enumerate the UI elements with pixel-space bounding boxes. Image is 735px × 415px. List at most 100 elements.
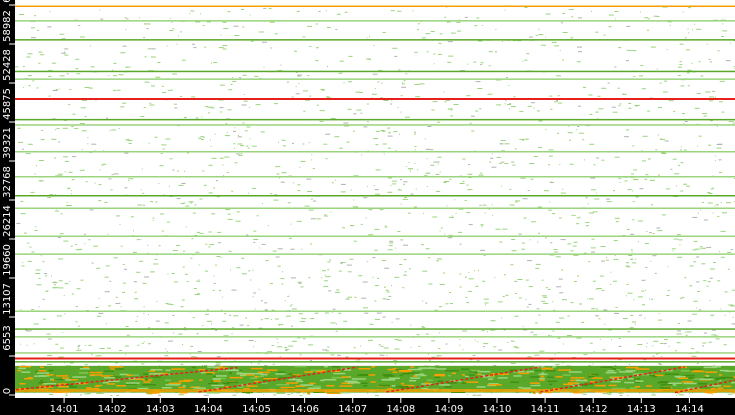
- traffic-point: [676, 185, 678, 187]
- traffic-point: [23, 87, 25, 89]
- traffic-point: [140, 116, 145, 117]
- traffic-point: [501, 317, 502, 319]
- traffic-point: [64, 51, 65, 53]
- traffic-point: [635, 105, 638, 107]
- traffic-point: [391, 322, 393, 323]
- traffic-point: [395, 318, 400, 320]
- traffic-point: [165, 303, 169, 304]
- traffic-point: [661, 356, 663, 357]
- traffic-point: [152, 332, 154, 334]
- traffic-point: [68, 171, 73, 173]
- traffic-point: [332, 308, 336, 310]
- traffic-cell: [659, 381, 669, 383]
- traffic-point: [562, 299, 567, 301]
- traffic-point: [368, 209, 373, 211]
- traffic-point: [128, 179, 129, 181]
- traffic-point: [629, 327, 634, 329]
- y-tick-label: 58982: [2, 10, 13, 42]
- traffic-point: [292, 182, 294, 184]
- traffic-cell: [62, 377, 70, 379]
- traffic-point: [232, 77, 234, 78]
- traffic-point: [562, 362, 564, 364]
- traffic-point: [483, 346, 485, 348]
- traffic-point: [222, 45, 228, 47]
- port-band: [15, 310, 735, 312]
- traffic-point: [501, 161, 505, 163]
- traffic-point: [224, 313, 227, 315]
- traffic-point: [169, 30, 174, 31]
- traffic-cell: [426, 379, 433, 381]
- traffic-point: [252, 296, 254, 298]
- traffic-point: [522, 139, 525, 141]
- traffic-point: [702, 113, 708, 115]
- traffic-point: [232, 327, 235, 329]
- traffic-point: [167, 273, 169, 275]
- traffic-point: [107, 233, 109, 235]
- traffic-point: [641, 160, 646, 162]
- traffic-point: [297, 75, 301, 77]
- traffic-point: [128, 143, 132, 144]
- traffic-cell: [347, 382, 361, 384]
- traffic-point: [679, 297, 683, 299]
- traffic-point: [108, 305, 112, 307]
- traffic-point: [437, 121, 441, 123]
- traffic-point: [287, 202, 291, 204]
- traffic-cell: [286, 382, 299, 384]
- traffic-point: [79, 248, 83, 250]
- x-tick-label: 14:12: [579, 404, 608, 415]
- traffic-point: [591, 189, 596, 191]
- traffic-point: [686, 331, 692, 333]
- traffic-point: [190, 345, 194, 347]
- traffic-point: [458, 231, 463, 233]
- traffic-point: [717, 216, 720, 217]
- traffic-point: [291, 304, 293, 305]
- traffic-point: [18, 141, 23, 143]
- traffic-point: [504, 103, 506, 105]
- traffic-cell: [254, 376, 259, 378]
- traffic-point: [614, 217, 620, 219]
- traffic-point: [503, 274, 506, 276]
- traffic-cell: [705, 371, 718, 373]
- traffic-cell: [461, 374, 465, 376]
- traffic-cell: [280, 386, 295, 389]
- traffic-point: [147, 244, 149, 246]
- traffic-point: [618, 345, 622, 347]
- traffic-cell: [288, 373, 293, 375]
- traffic-point: [336, 289, 340, 291]
- traffic-point: [254, 341, 256, 343]
- traffic-point: [52, 281, 56, 283]
- traffic-point: [459, 183, 465, 184]
- traffic-point: [664, 80, 667, 82]
- traffic-point: [233, 25, 239, 27]
- traffic-point: [579, 132, 584, 134]
- traffic-point: [191, 96, 196, 98]
- traffic-point: [569, 139, 571, 141]
- port-band: [15, 5, 735, 7]
- traffic-point: [467, 173, 473, 175]
- traffic-point: [568, 9, 574, 10]
- traffic-point: [276, 173, 280, 175]
- traffic-point: [651, 298, 654, 300]
- traffic-point: [147, 48, 151, 50]
- traffic-point: [98, 184, 102, 186]
- traffic-point: [210, 139, 211, 141]
- traffic-point: [480, 224, 484, 226]
- traffic-point: [81, 99, 87, 101]
- traffic-point: [545, 13, 551, 15]
- traffic-point: [233, 143, 236, 145]
- traffic-point: [84, 393, 90, 395]
- traffic-point: [72, 113, 76, 115]
- traffic-point: [223, 28, 229, 30]
- port-band: [15, 70, 735, 73]
- traffic-point: [273, 394, 277, 396]
- traffic-cell: [563, 383, 574, 386]
- traffic-point: [206, 21, 211, 23]
- traffic-point: [661, 214, 666, 216]
- traffic-point: [545, 129, 547, 130]
- traffic-point: [510, 362, 516, 364]
- traffic-point: [709, 268, 715, 270]
- traffic-point: [383, 347, 389, 349]
- traffic-point: [469, 122, 472, 124]
- traffic-point: [483, 298, 489, 300]
- traffic-point: [15, 66, 19, 68]
